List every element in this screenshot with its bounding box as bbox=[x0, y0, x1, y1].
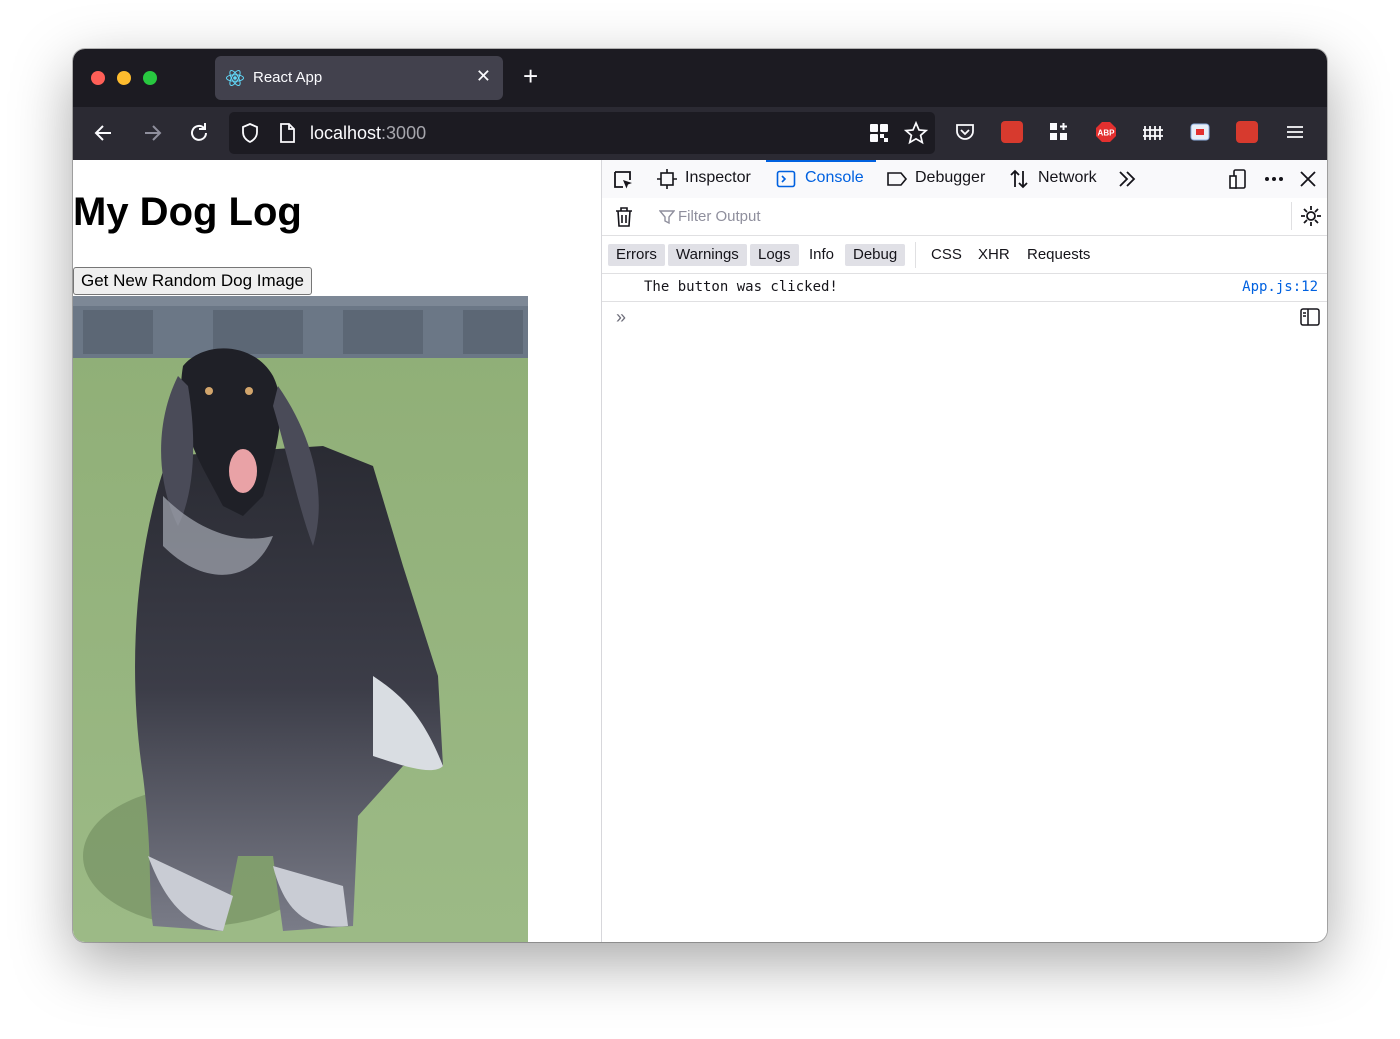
hamburger-menu-icon[interactable] bbox=[1284, 121, 1306, 143]
filter-info-button[interactable]: Info bbox=[801, 244, 842, 266]
more-tabs-chevron-icon[interactable] bbox=[1117, 170, 1137, 188]
devtools-toolbar: Inspector Console Debugger Network bbox=[602, 160, 1327, 199]
console-log-row: The button was clicked! App.js:12 bbox=[602, 274, 1327, 302]
log-source-link[interactable]: App.js:12 bbox=[1242, 279, 1318, 295]
minimize-window-button[interactable] bbox=[117, 71, 131, 85]
pocket-icon[interactable] bbox=[954, 121, 976, 143]
filter-divider bbox=[915, 242, 916, 268]
filter-errors-button[interactable]: Errors bbox=[608, 244, 665, 266]
back-arrow-icon bbox=[94, 125, 111, 141]
element-picker-icon[interactable] bbox=[612, 169, 634, 191]
clear-console-trash-icon[interactable] bbox=[614, 206, 634, 228]
react-logo-icon bbox=[226, 69, 244, 87]
active-tab-indicator bbox=[766, 160, 876, 162]
new-tab-button[interactable]: + bbox=[523, 63, 538, 89]
responsive-design-mode-icon[interactable] bbox=[1228, 168, 1250, 190]
tab-close-icon[interactable]: ✕ bbox=[476, 66, 491, 87]
toolbar-divider bbox=[1291, 202, 1292, 230]
reload-icon bbox=[191, 123, 207, 141]
console-input-prompt[interactable]: » bbox=[616, 307, 626, 328]
reader-extension-icon[interactable] bbox=[1189, 121, 1211, 143]
tab-inspector[interactable]: Inspector bbox=[685, 169, 751, 187]
console-category-filters: Errors Warnings Logs Info Debug CSS XHR … bbox=[602, 236, 1327, 274]
filter-funnel-icon bbox=[659, 210, 675, 225]
network-icon bbox=[1010, 169, 1028, 189]
page-info-icon[interactable] bbox=[277, 122, 297, 144]
forward-button[interactable] bbox=[139, 120, 165, 146]
web-content: My Dog Log Get New Random Dog Image bbox=[73, 160, 601, 942]
tab-console[interactable]: Console bbox=[805, 169, 864, 187]
get-dog-image-button[interactable]: Get New Random Dog Image bbox=[73, 267, 312, 295]
profile-extension-icon[interactable] bbox=[1236, 121, 1258, 143]
fence-extension-icon[interactable] bbox=[1142, 121, 1164, 143]
forward-arrow-icon bbox=[145, 125, 162, 141]
page-title: My Dog Log bbox=[73, 190, 302, 234]
inspector-icon bbox=[657, 169, 677, 189]
console-settings-gear-icon[interactable] bbox=[1300, 205, 1322, 227]
reload-button[interactable] bbox=[186, 120, 212, 146]
log-message: The button was clicked! bbox=[644, 279, 838, 295]
url-bar[interactable]: localhost:3000 bbox=[229, 112, 935, 154]
debugger-icon bbox=[887, 172, 908, 186]
back-button[interactable] bbox=[91, 120, 117, 146]
devtools-panel: Inspector Console Debugger Network Filte… bbox=[601, 160, 1327, 942]
editor-mode-toggle-icon[interactable] bbox=[1300, 308, 1320, 326]
more-options-icon[interactable] bbox=[1263, 170, 1285, 188]
filter-logs-button[interactable]: Logs bbox=[750, 244, 799, 266]
navigation-bar: localhost:3000 ABP bbox=[73, 107, 1327, 160]
filter-output-input[interactable]: Filter Output bbox=[678, 208, 761, 225]
url-host: localhost bbox=[310, 123, 382, 143]
filter-warnings-button[interactable]: Warnings bbox=[668, 244, 747, 266]
bookmark-star-icon[interactable] bbox=[904, 121, 928, 145]
filter-xhr-button[interactable]: XHR bbox=[970, 244, 1018, 266]
tracking-protection-shield-icon[interactable] bbox=[239, 122, 261, 144]
browser-window: React App ✕ + localhost:3000 ABP My Dog … bbox=[73, 49, 1327, 942]
tab-title: React App bbox=[253, 69, 323, 86]
tab-network[interactable]: Network bbox=[1038, 169, 1097, 187]
lastpass-extension-icon[interactable] bbox=[1001, 121, 1023, 143]
console-icon bbox=[776, 170, 796, 188]
close-window-button[interactable] bbox=[91, 71, 105, 85]
extensions-grid-icon[interactable] bbox=[1048, 121, 1070, 143]
url-port: :3000 bbox=[381, 123, 427, 143]
filter-debug-button[interactable]: Debug bbox=[845, 244, 906, 266]
adblock-plus-icon[interactable]: ABP bbox=[1095, 121, 1117, 143]
browser-tab-active[interactable]: React App ✕ bbox=[215, 56, 503, 100]
console-filter-bar: Filter Output bbox=[602, 198, 1327, 236]
filter-css-button[interactable]: CSS bbox=[923, 244, 970, 266]
filter-requests-button[interactable]: Requests bbox=[1019, 244, 1098, 266]
tab-debugger[interactable]: Debugger bbox=[915, 169, 985, 187]
zoom-window-button[interactable] bbox=[143, 71, 157, 85]
svg-text:ABP: ABP bbox=[1098, 129, 1116, 138]
close-devtools-icon[interactable] bbox=[1299, 170, 1317, 188]
url-text[interactable]: localhost:3000 bbox=[310, 123, 426, 144]
tab-strip: React App ✕ + bbox=[73, 49, 1327, 107]
dog-photo bbox=[73, 296, 528, 942]
qr-code-icon[interactable] bbox=[868, 122, 890, 144]
